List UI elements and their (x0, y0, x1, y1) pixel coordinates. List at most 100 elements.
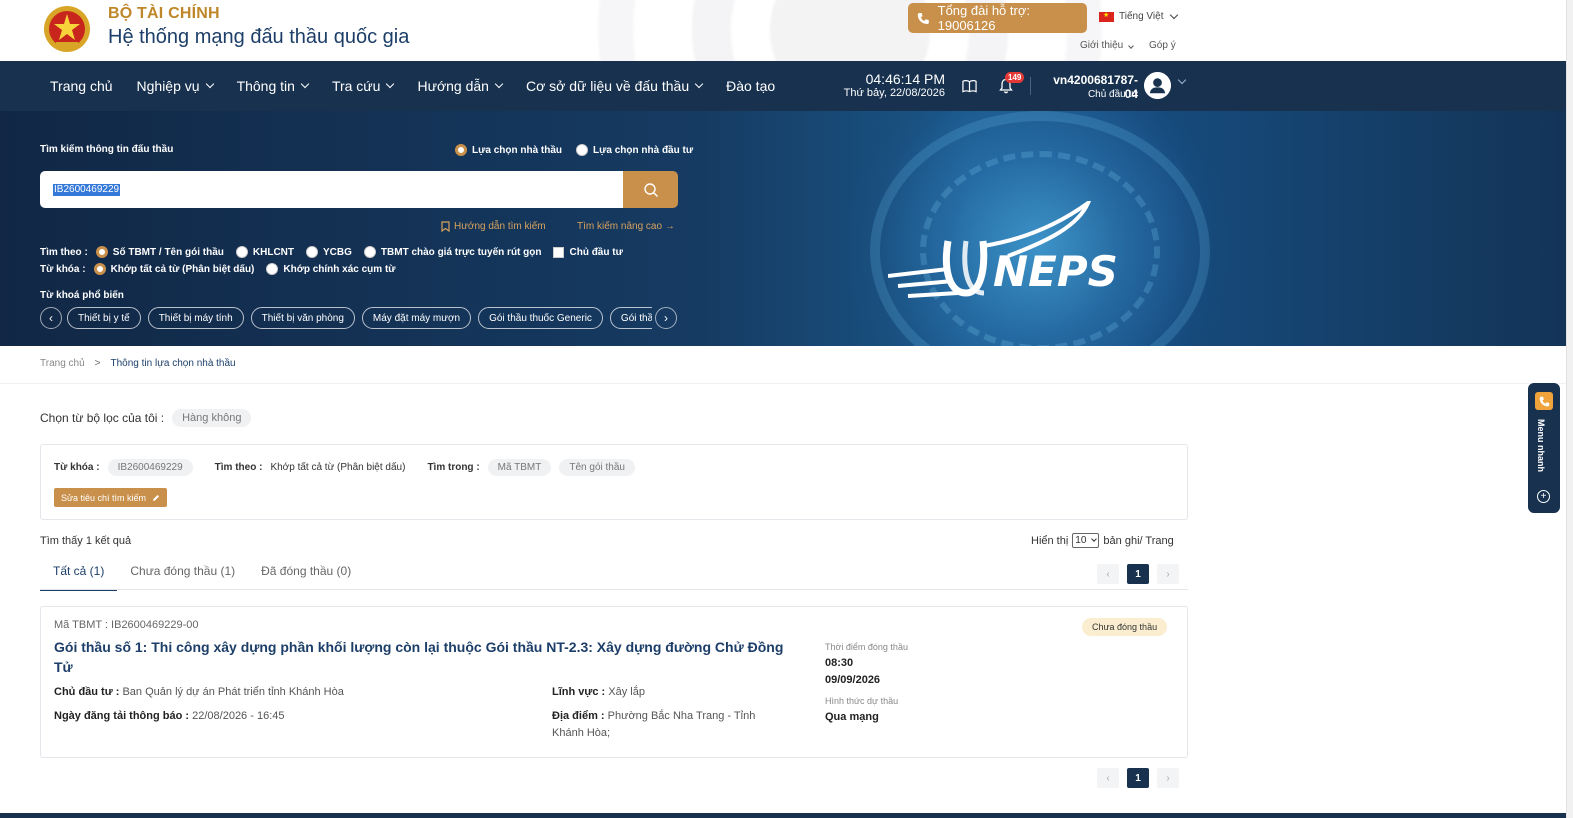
nav-item-lookup[interactable]: Tra cứu (332, 78, 395, 94)
language-selector[interactable]: Tiếng Việt (1099, 10, 1179, 22)
result-count: Tìm thấy 1 kết quả (40, 535, 132, 547)
keyword-all-words-radio[interactable]: Khớp tất cả từ (Phân biệt dấu) (93, 263, 254, 275)
org-name: BỘ TÀI CHÍNH (108, 5, 220, 22)
per-page-suffix: bản ghi/ Trang (1103, 534, 1174, 547)
plus-icon[interactable]: + (1537, 490, 1550, 503)
page-number[interactable]: 1 (1127, 768, 1149, 788)
keyword-chip[interactable]: Thiết bị máy tính (147, 307, 244, 329)
keyword-mode-label: Từ khóa : (40, 263, 86, 275)
header-sublinks: Giới thiệu Góp ý (1080, 40, 1176, 51)
user-menu-chevron-icon[interactable] (1177, 75, 1187, 85)
keyword-chip[interactable]: Thiết bị y tế (67, 307, 141, 329)
next-page-button[interactable]: › (1157, 564, 1179, 584)
hotline-button[interactable]: Tổng đài hỗ trợ: 19006126 (908, 3, 1087, 33)
close-time-value: 08:30 (825, 657, 854, 669)
page-scrollbar[interactable] (1566, 0, 1573, 818)
breadcrumb-home[interactable]: Trang chủ (40, 358, 85, 369)
keyword-chip[interactable]: Gói thầu d (609, 307, 652, 329)
radio-unselected (235, 246, 248, 258)
tender-code: Mã TBMT : IB2600469229-00 (54, 619, 199, 631)
criteria-keyword-label: Từ khóa : (54, 462, 100, 473)
tender-title[interactable]: Gói thầu số 1: Thi công xây dựng phần kh… (54, 637, 784, 677)
bid-form-value: Qua mạng (825, 711, 879, 723)
national-emblem-logo[interactable] (42, 2, 92, 54)
phone-icon (917, 12, 929, 24)
keyword-chip[interactable]: Gói thầu thuốc Generic (478, 307, 603, 329)
main-navbar: Trang chủ Nghiệp vụ Thông tin Tra cứu Hư… (0, 61, 1566, 111)
checkbox-unchecked (553, 246, 565, 258)
chevron-left-icon[interactable]: ‹ (40, 307, 62, 329)
owner-value: Ban Quản lý dự án Phát triển tỉnh Khánh … (122, 686, 344, 698)
header-drum-pattern (470, 0, 1230, 61)
chevron-down-icon (1170, 10, 1179, 19)
search-mode-group: Lựa chọn nhà thầu Lựa chọn nhà đầu tư (455, 144, 693, 156)
search-guide-link[interactable]: Hướng dẫn tìm kiếm (441, 221, 546, 232)
search-by-label: Tìm theo : (40, 246, 88, 258)
saved-filter-label: Chọn từ bộ lọc của tôi : (40, 411, 165, 425)
about-link[interactable]: Giới thiệu (1080, 40, 1134, 51)
chevron-down-icon (1091, 536, 1098, 542)
next-page-button[interactable]: › (1157, 768, 1179, 788)
search-by-quick-quote-radio[interactable]: TBMT chào giá trực tuyến rút gọn (363, 246, 541, 258)
status-badge: Chưa đóng thầu (1082, 618, 1168, 636)
keyword-chip[interactable]: Máy đặt máy mượn (361, 307, 472, 329)
clock-time: 04:46:14 PM (865, 71, 945, 87)
pagination-bottom: ‹ 1 › (1097, 768, 1179, 788)
close-date-value: 09/09/2026 (825, 674, 881, 686)
edit-criteria-button[interactable]: Sửa tiêu chí tìm kiếm (54, 488, 168, 507)
criteria-search-in-value: Mã TBMT (487, 459, 552, 476)
search-button[interactable] (623, 171, 678, 208)
nav-item-training[interactable]: Đào tạo (726, 78, 775, 94)
search-by-khlcnt-radio[interactable]: KHLCNT (235, 246, 294, 258)
nav-item-guide[interactable]: Hướng dẫn (417, 78, 504, 94)
prev-page-button[interactable]: ‹ (1097, 768, 1119, 788)
criteria-search-by-label: Tìm theo : (214, 462, 263, 473)
search-by-ycbg-radio[interactable]: YCBG (306, 246, 352, 258)
hotline-text: Tổng đài hỗ trợ: 19006126 (937, 3, 1030, 33)
page-number[interactable]: 1 (1127, 564, 1149, 584)
saved-filter-chip[interactable]: Hàng không (172, 409, 252, 427)
per-page-select[interactable]: 10 (1072, 533, 1100, 548)
vietnam-flag-icon (1099, 11, 1114, 22)
tab-all[interactable]: Tất cả (1) (40, 560, 118, 591)
criteria-keyword-value: IB2600469229 (107, 459, 193, 476)
field-info: Lĩnh vực : Xây lắp (552, 686, 645, 698)
chevron-right-icon[interactable]: › (655, 307, 677, 329)
advanced-search-link[interactable]: Tìm kiếm nâng cao → (577, 221, 675, 232)
nav-item-information[interactable]: Thông tin (237, 78, 310, 94)
nav-item-operations[interactable]: Nghiệp vụ (137, 78, 214, 94)
saved-filter: Chọn từ bộ lọc của tôi : Hàng không (40, 409, 252, 427)
prev-page-button[interactable]: ‹ (1097, 564, 1119, 584)
avatar[interactable] (1144, 72, 1171, 99)
nav-item-database[interactable]: Cơ sở dữ liệu về đấu thầu (526, 78, 704, 94)
mode-investor-radio[interactable]: Lựa chọn nhà đầu tư (576, 144, 693, 156)
feedback-link[interactable]: Góp ý (1149, 40, 1176, 51)
close-time-label: Thời điểm đóng thầu (825, 642, 908, 652)
radio-unselected (306, 246, 318, 258)
owner-checkbox[interactable]: Chủ đầu tư (553, 246, 623, 258)
criteria-row: Từ khóa : IB2600469229 Tìm theo : Khớp t… (54, 459, 635, 476)
keyword-exact-phrase-radio[interactable]: Khớp chính xác cụm từ (266, 263, 396, 275)
chip-track: Thiết bị y tế Thiết bị máy tính Thiết bị… (67, 307, 652, 329)
book-icon[interactable] (962, 79, 977, 93)
tab-closed[interactable]: Đã đóng thầu (0) (248, 560, 364, 591)
criteria-search-in-label: Tìm trong : (427, 462, 480, 473)
result-card[interactable]: Mã TBMT : IB2600469229-00 Gói thầu số 1:… (40, 606, 1188, 758)
footer-edge (0, 813, 1566, 818)
search-input[interactable]: IB2600469229 (40, 171, 623, 208)
radio-selected (455, 144, 467, 156)
tab-open[interactable]: Chưa đóng thầu (1) (117, 560, 248, 591)
quick-menu[interactable]: Menu nhanh + (1528, 383, 1560, 513)
owner-info: Chủ đầu tư : Ban Quản lý dự án Phát triể… (54, 686, 344, 698)
search-input-value: IB2600469229 (53, 183, 121, 196)
language-label: Tiếng Việt (1119, 11, 1164, 22)
radio-unselected (266, 263, 279, 275)
posted-value: 22/08/2026 - 16:45 (192, 710, 285, 722)
phone-icon[interactable] (1535, 392, 1553, 410)
system-name: Hệ thống mạng đấu thầu quốc gia (108, 26, 410, 48)
search-by-tbmt-radio[interactable]: Số TBMT / Tên gói thầu (95, 246, 224, 258)
mode-contractor-radio[interactable]: Lựa chọn nhà thầu (455, 144, 562, 156)
result-tabs: Tất cả (1) Chưa đóng thầu (1) Đã đóng th… (40, 560, 364, 591)
nav-item-home[interactable]: Trang chủ (50, 78, 113, 94)
keyword-chip[interactable]: Thiết bị văn phòng (250, 307, 355, 329)
